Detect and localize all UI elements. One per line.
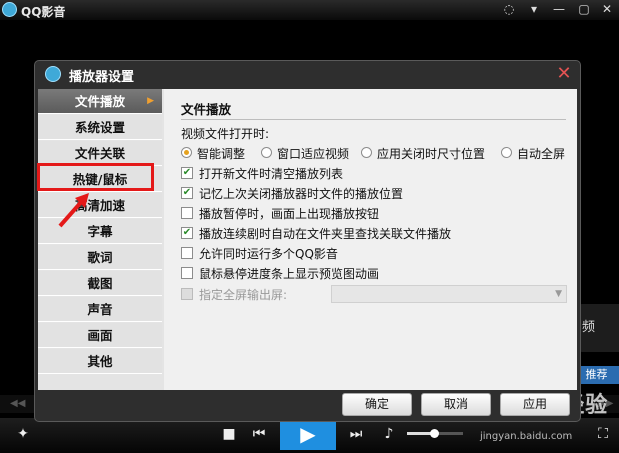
nav-label: 文件播放 — [74, 94, 125, 109]
option-label: 窗口适应视频 — [277, 147, 350, 161]
volume-icon[interactable]: ♪ — [378, 424, 400, 444]
radio-circle[interactable] — [181, 147, 192, 158]
checkbox-box[interactable] — [181, 288, 193, 300]
cancel-button[interactable]: 取消 — [421, 393, 491, 416]
option-label: 播放连续剧时自动在文件夹里查找关联文件播放 — [199, 227, 452, 241]
rewind-arrow-icon[interactable]: ◀◀ — [10, 395, 25, 413]
checkbox-fullscreen-output[interactable]: 指定全屏输出屏: ▼ — [181, 285, 571, 304]
stop-icon[interactable]: ■ — [218, 424, 240, 444]
radio-circle[interactable] — [361, 147, 372, 158]
checkbox-clear-playlist[interactable]: ✔ 打开新文件时清空播放列表 — [181, 165, 571, 183]
option-label: 指定全屏输出屏: — [199, 288, 288, 302]
triangle-right-icon: ▶ — [147, 96, 154, 106]
previous-icon[interactable]: ⏮ — [248, 424, 270, 444]
checkbox-hover-preview[interactable]: 鼠标悬停进度条上显示预览图动画 — [181, 265, 571, 283]
checkbox-box[interactable]: ✔ — [181, 167, 193, 179]
nav-item-picture[interactable]: 画面 — [38, 323, 162, 348]
option-label: 智能调整 — [197, 147, 246, 161]
close-icon[interactable]: ✕ — [554, 64, 574, 84]
chat-icon[interactable]: ◌ — [500, 1, 518, 18]
open-behavior-label: 视频文件打开时: — [181, 127, 270, 141]
annotation-arrow-icon — [58, 193, 89, 228]
next-icon[interactable]: ⏭ — [345, 424, 367, 444]
option-label: 记忆上次关闭播放器时文件的播放位置 — [199, 187, 404, 201]
volume-knob[interactable] — [430, 429, 439, 438]
dialog-title-bar: 播放器设置 ✕ — [35, 61, 580, 87]
nav-item-lyrics[interactable]: 歌词 — [38, 245, 162, 270]
nav-item-sound[interactable]: 声音 — [38, 297, 162, 322]
option-label: 播放暂停时，画面上出现播放按钮 — [199, 207, 380, 221]
checkbox-box[interactable]: ✔ — [181, 227, 193, 239]
radio-circle[interactable] — [261, 147, 272, 158]
apply-button[interactable]: 应用 — [500, 393, 570, 416]
fullscreen-icon[interactable]: ⛶ — [592, 424, 614, 444]
divider — [181, 119, 566, 120]
option-label: 鼠标悬停进度条上显示预览图动画 — [199, 267, 380, 281]
chevron-down-icon: ▼ — [555, 289, 562, 299]
nav-item-system[interactable]: 系统设置 — [38, 115, 162, 140]
nav-item-other[interactable]: 其他 — [38, 349, 162, 374]
checkbox-box[interactable] — [181, 247, 193, 259]
settings-dialog: 播放器设置 ✕ 文件播放 ▶ 系统设置 文件关联 热键/鼠标 高清加速 字幕 歌词… — [34, 60, 581, 422]
checkbox-box[interactable] — [181, 207, 193, 219]
option-label: 自动全屏 — [517, 147, 566, 161]
checkbox-box[interactable] — [181, 267, 193, 279]
dialog-title: 播放器设置 — [69, 70, 135, 85]
minimize-icon[interactable]: — — [550, 1, 568, 18]
menu-dropdown-icon[interactable]: ▾ — [525, 1, 543, 18]
maximize-icon[interactable]: ▢ — [575, 1, 593, 18]
fullscreen-screen-select[interactable]: ▼ — [331, 285, 567, 303]
radio-circle[interactable] — [501, 147, 512, 158]
ok-button[interactable]: 确定 — [342, 393, 412, 416]
settings-content: 文件播放 视频文件打开时: 智能调整 窗口适应视频 应用关闭时尺寸位置 自动全屏… — [166, 89, 577, 390]
settings-nav: 文件播放 ▶ 系统设置 文件关联 热键/鼠标 高清加速 字幕 歌词 截图 声音 画… — [38, 89, 164, 390]
app-title: QQ影音 — [21, 5, 66, 19]
option-label: 打开新文件时清空播放列表 — [199, 167, 344, 181]
option-label: 允许同时运行多个QQ影音 — [199, 247, 338, 261]
checkbox-pause-play-button[interactable]: 播放暂停时，画面上出现播放按钮 — [181, 205, 571, 223]
nav-item-file-playback[interactable]: 文件播放 ▶ — [38, 89, 162, 114]
nav-item-screenshot[interactable]: 截图 — [38, 271, 162, 296]
settings-tool-icon[interactable]: ✦ — [12, 424, 34, 444]
section-title: 文件播放 — [181, 102, 232, 117]
watermark-url: jingyan.baidu.com — [480, 431, 573, 442]
dialog-body: 文件播放 ▶ 系统设置 文件关联 热键/鼠标 高清加速 字幕 歌词 截图 声音 画… — [38, 89, 577, 390]
checkbox-remember-position[interactable]: ✔ 记忆上次关闭播放器时文件的播放位置 — [181, 185, 571, 203]
checkbox-multi-instance[interactable]: 允许同时运行多个QQ影音 — [181, 245, 571, 263]
option-label: 应用关闭时尺寸位置 — [377, 147, 486, 161]
checkbox-series-autoplay[interactable]: ✔ 播放连续剧时自动在文件夹里查找关联文件播放 — [181, 225, 571, 243]
dialog-footer: 确定 取消 应用 — [35, 390, 580, 421]
annotation-highlight-box — [37, 163, 154, 191]
qq-player-logo-icon — [2, 2, 17, 17]
play-button[interactable]: ▶ — [280, 418, 336, 450]
title-bar: QQ影音 ◌ ▾ — ▢ ✕ — [0, 0, 619, 20]
qq-player-logo-icon — [45, 66, 61, 82]
close-window-icon[interactable]: ✕ — [598, 1, 616, 18]
checkbox-box[interactable]: ✔ — [181, 187, 193, 199]
side-panel-tab[interactable]: 频 — [578, 304, 619, 352]
open-behavior-radios: 智能调整 窗口适应视频 应用关闭时尺寸位置 自动全屏 — [181, 145, 576, 163]
